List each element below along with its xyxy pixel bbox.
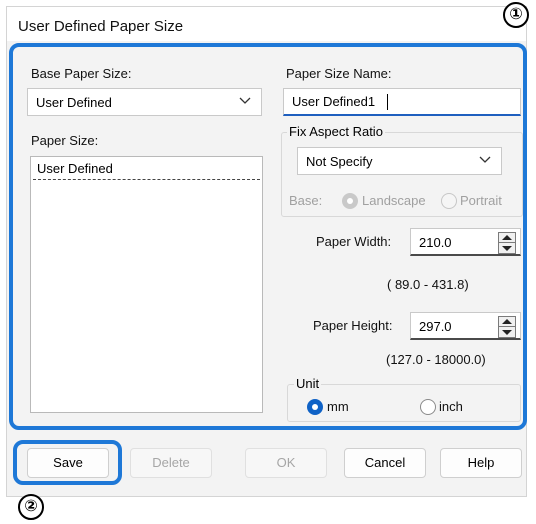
paper-size-name-label: Paper Size Name: — [286, 66, 392, 81]
paper-height-spinner[interactable] — [498, 316, 516, 338]
window-title: User Defined Paper Size — [18, 18, 184, 35]
list-focus-indicator — [33, 179, 260, 180]
list-item[interactable]: User Defined — [37, 161, 113, 176]
cancel-button[interactable]: Cancel — [344, 448, 426, 478]
callout-2-badge: ② — [18, 494, 44, 520]
callout-1-badge: ① — [503, 2, 529, 28]
paper-width-value: 210.0 — [419, 235, 452, 250]
paper-width-spinner[interactable] — [498, 232, 516, 254]
aspect-base-label: Base: — [289, 193, 323, 208]
unit-inch-radio[interactable] — [420, 399, 436, 415]
delete-button[interactable]: Delete — [130, 448, 212, 478]
fix-aspect-ratio-label: Fix Aspect Ratio — [287, 124, 385, 139]
paper-size-name-input[interactable]: User Defined1 — [283, 88, 521, 116]
paper-width-input[interactable]: 210.0 — [410, 228, 521, 256]
chevron-down-icon — [239, 97, 251, 104]
base-paper-size-label: Base Paper Size: — [31, 66, 132, 81]
paper-height-range: (127.0 - 18000.0) — [386, 352, 486, 367]
unit-mm-label: mm — [327, 399, 349, 414]
base-paper-size-value: User Defined — [36, 95, 112, 110]
paper-size-label: Paper Size: — [31, 133, 99, 148]
paper-size-name-value: User Defined1 — [292, 94, 376, 109]
help-button[interactable]: Help — [440, 448, 522, 478]
text-caret — [387, 94, 388, 110]
paper-height-label: Paper Height: — [313, 318, 393, 333]
paper-width-range: ( 89.0 - 431.8) — [387, 277, 469, 292]
fix-aspect-ratio-value: Not Specify — [306, 154, 373, 169]
chevron-down-icon — [479, 156, 491, 163]
landscape-radio-label: Landscape — [362, 193, 426, 208]
fix-aspect-ratio-dropdown[interactable]: Not Specify — [297, 147, 502, 175]
paper-height-value: 297.0 — [419, 319, 452, 334]
unit-mm-radio[interactable] — [307, 399, 323, 415]
save-button[interactable]: Save — [27, 448, 109, 478]
landscape-radio[interactable] — [342, 193, 358, 209]
paper-width-label: Paper Width: — [316, 234, 392, 249]
portrait-radio[interactable] — [441, 193, 457, 209]
portrait-radio-label: Portrait — [460, 193, 502, 208]
unit-inch-label: inch — [439, 399, 463, 414]
paper-height-input[interactable]: 297.0 — [410, 312, 521, 340]
base-paper-size-dropdown[interactable]: User Defined — [27, 88, 262, 116]
unit-label: Unit — [294, 376, 322, 391]
paper-size-listbox[interactable]: User Defined — [30, 156, 263, 413]
ok-button[interactable]: OK — [245, 448, 327, 478]
